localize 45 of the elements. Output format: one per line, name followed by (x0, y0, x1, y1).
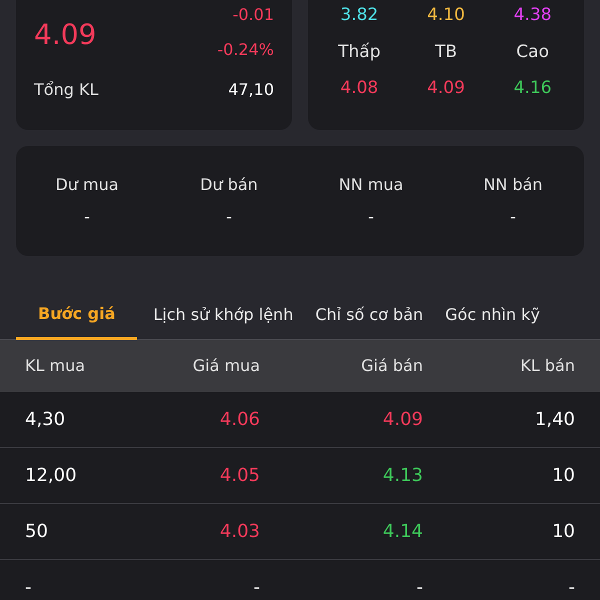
table-cell-text: 10 (551, 520, 575, 544)
table-cell-text: 1,40 (534, 408, 575, 432)
table-cell-text: 4.13 (382, 464, 423, 488)
column-header: KL bán (519, 355, 575, 377)
price-value: 4.16 (512, 77, 553, 100)
table-cell-text: - (252, 576, 260, 600)
tab[interactable]: Chỉ số cơ bản (309, 290, 430, 340)
price-value: 4.10 (426, 4, 466, 28)
range-label: Cao (515, 41, 550, 64)
column-header: KL mua (25, 355, 86, 377)
column-header: Giá mua (192, 355, 260, 377)
table-cell-text: 50 (25, 520, 49, 544)
table-cell-text: 4,30 (25, 408, 66, 432)
stat-label: Dư bán (199, 174, 259, 196)
table-cell-text: 4.14 (382, 520, 423, 544)
current-price: 4.09 (34, 17, 98, 53)
stat-value: - (225, 206, 233, 228)
stat-label: NN mua (338, 174, 404, 196)
table-cell-text: 10 (551, 464, 575, 488)
stat-value: - (83, 206, 91, 228)
price-change-percent: -0.24% (216, 39, 274, 61)
stat-value: - (367, 206, 375, 228)
table-cell-text: 4.06 (218, 408, 260, 432)
table-cell-text: 4.05 (218, 464, 260, 488)
stat-label: Dư mua (54, 174, 120, 196)
tab[interactable]: Góc nhìn kỹ (439, 290, 546, 340)
table-cell-text: - (568, 576, 575, 600)
price-value: 3.82 (339, 4, 380, 28)
price-change: -0.01 (232, 4, 274, 26)
table-cell-text: - (25, 576, 32, 600)
table-cell-text: 4.03 (218, 520, 260, 544)
table-cell-text: 4.09 (382, 408, 423, 432)
price-value: 4.08 (339, 77, 380, 100)
stat-label: NN bán (482, 174, 544, 196)
range-label: TB (434, 41, 458, 64)
range-label: Thấp (337, 41, 382, 64)
volume-value: 47,10 (227, 79, 274, 101)
stat-value: - (509, 206, 517, 228)
table-cell-text: 12,00 (25, 464, 78, 488)
tab[interactable]: Lịch sử khớp lệnh (147, 290, 300, 340)
price-value: 4.09 (426, 77, 466, 100)
column-header: Giá bán (360, 355, 423, 377)
table-cell-text: - (416, 576, 423, 600)
volume-label: Tổng KL (34, 79, 100, 101)
price-value: 4.38 (512, 4, 553, 28)
